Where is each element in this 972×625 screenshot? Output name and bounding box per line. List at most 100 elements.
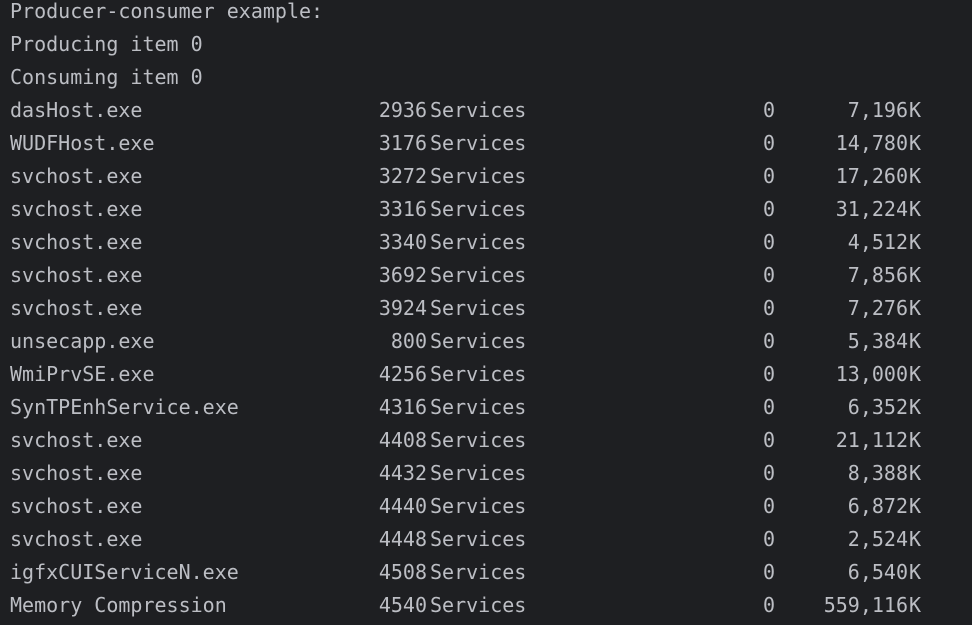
process-row: svchost.exe 3340 Services 0 4,512 K: [10, 226, 970, 259]
process-name: svchost.exe: [10, 296, 143, 320]
process-row: svchost.exe 4432 Services 0 8,388 K: [10, 457, 970, 490]
session-number: 0: [762, 230, 775, 254]
memory-usage: 7,196: [847, 98, 908, 122]
session-number: 0: [762, 131, 775, 155]
process-row: unsecapp.exe 800 Services 0 5,384 K: [10, 325, 970, 358]
process-name: igfxCUIServiceN.exe: [10, 560, 239, 584]
process-pid: 3692: [378, 263, 427, 287]
session-name: Services: [430, 329, 527, 353]
memory-usage: 6,352: [847, 395, 908, 419]
memory-unit: K: [909, 362, 922, 386]
memory-usage: 6,872: [847, 494, 908, 518]
session-number: 0: [762, 98, 775, 122]
session-number: 0: [762, 197, 775, 221]
memory-unit: K: [909, 263, 922, 287]
process-row: svchost.exe 3272 Services 0 17,260 K: [10, 160, 970, 193]
memory-usage: 14,780: [835, 131, 908, 155]
session-name: Services: [430, 197, 527, 221]
session-name: Services: [430, 98, 527, 122]
process-pid: 3340: [378, 230, 427, 254]
memory-usage: 6,540: [847, 560, 908, 584]
session-name: Services: [430, 461, 527, 485]
session-name: Services: [430, 395, 527, 419]
memory-usage: 2,524: [847, 527, 908, 551]
session-number: 0: [762, 560, 775, 584]
process-row: WmiPrvSE.exe 4256 Services 0 13,000 K: [10, 358, 970, 391]
memory-usage: 559,116: [823, 593, 908, 617]
session-number: 0: [762, 527, 775, 551]
process-list: dasHost.exe 2936 Services 0 7,196 K WUDFHost.e…: [10, 94, 970, 622]
process-row: WUDFHost.exe 3176 Services 0 14,780 K: [10, 127, 970, 160]
session-number: 0: [762, 593, 775, 617]
session-name: Services: [430, 428, 527, 452]
process-row: svchost.exe 3924 Services 0 7,276 K: [10, 292, 970, 325]
process-pid: 800: [390, 329, 427, 353]
memory-usage: 4,512: [847, 230, 908, 254]
process-pid: 2936: [378, 98, 427, 122]
memory-usage: 8,388: [847, 461, 908, 485]
process-pid: 4440: [378, 494, 427, 518]
session-number: 0: [762, 395, 775, 419]
process-name: dasHost.exe: [10, 98, 143, 122]
process-pid: 3176: [378, 131, 427, 155]
process-name: WmiPrvSE.exe: [10, 362, 155, 386]
process-name: svchost.exe: [10, 494, 143, 518]
process-name: svchost.exe: [10, 263, 143, 287]
memory-unit: K: [909, 593, 922, 617]
memory-usage: 31,224: [835, 197, 908, 221]
session-number: 0: [762, 362, 775, 386]
memory-unit: K: [909, 395, 922, 419]
memory-unit: K: [909, 98, 922, 122]
memory-usage: 7,276: [847, 296, 908, 320]
session-number: 0: [762, 263, 775, 287]
process-pid: 4316: [378, 395, 427, 419]
process-row: svchost.exe 3692 Services 0 7,856 K: [10, 259, 970, 292]
output-line: Producing item 0: [10, 32, 203, 56]
memory-usage: 7,856: [847, 263, 908, 287]
session-name: Services: [430, 560, 527, 584]
process-pid: 4508: [378, 560, 427, 584]
session-name: Services: [430, 164, 527, 188]
process-row: dasHost.exe 2936 Services 0 7,196 K: [10, 94, 970, 127]
process-row: Memory Compression 4540 Services 0 559,116 K: [10, 589, 970, 622]
process-name: svchost.exe: [10, 230, 143, 254]
session-number: 0: [762, 164, 775, 188]
process-name: svchost.exe: [10, 527, 143, 551]
process-pid: 4448: [378, 527, 427, 551]
session-number: 0: [762, 296, 775, 320]
memory-unit: K: [909, 329, 922, 353]
process-pid: 4408: [378, 428, 427, 452]
process-name: SynTPEnhService.exe: [10, 395, 239, 419]
memory-usage: 21,112: [835, 428, 908, 452]
memory-unit: K: [909, 461, 922, 485]
session-number: 0: [762, 461, 775, 485]
output-line: Consuming item 0: [10, 65, 203, 89]
console-output[interactable]: Producer-consumer example: Producing ite…: [10, 0, 970, 622]
memory-unit: K: [909, 494, 922, 518]
session-number: 0: [762, 428, 775, 452]
session-number: 0: [762, 329, 775, 353]
memory-unit: K: [909, 164, 922, 188]
session-name: Services: [430, 494, 527, 518]
session-name: Services: [430, 362, 527, 386]
process-name: svchost.exe: [10, 461, 143, 485]
process-row: svchost.exe 3316 Services 0 31,224 K: [10, 193, 970, 226]
process-name: unsecapp.exe: [10, 329, 155, 353]
memory-unit: K: [909, 428, 922, 452]
memory-unit: K: [909, 131, 922, 155]
process-row: SynTPEnhService.exe 4316 Services 0 6,352 K: [10, 391, 970, 424]
session-name: Services: [430, 527, 527, 551]
session-name: Services: [430, 131, 527, 155]
process-name: svchost.exe: [10, 197, 143, 221]
process-name: svchost.exe: [10, 428, 143, 452]
memory-unit: K: [909, 296, 922, 320]
memory-usage: 17,260: [835, 164, 908, 188]
process-row: svchost.exe 4440 Services 0 6,872 K: [10, 490, 970, 523]
process-name: Memory Compression: [10, 593, 227, 617]
process-pid: 3924: [378, 296, 427, 320]
process-name: svchost.exe: [10, 164, 143, 188]
memory-unit: K: [909, 527, 922, 551]
session-name: Services: [430, 263, 527, 287]
session-number: 0: [762, 494, 775, 518]
process-pid: 4256: [378, 362, 427, 386]
